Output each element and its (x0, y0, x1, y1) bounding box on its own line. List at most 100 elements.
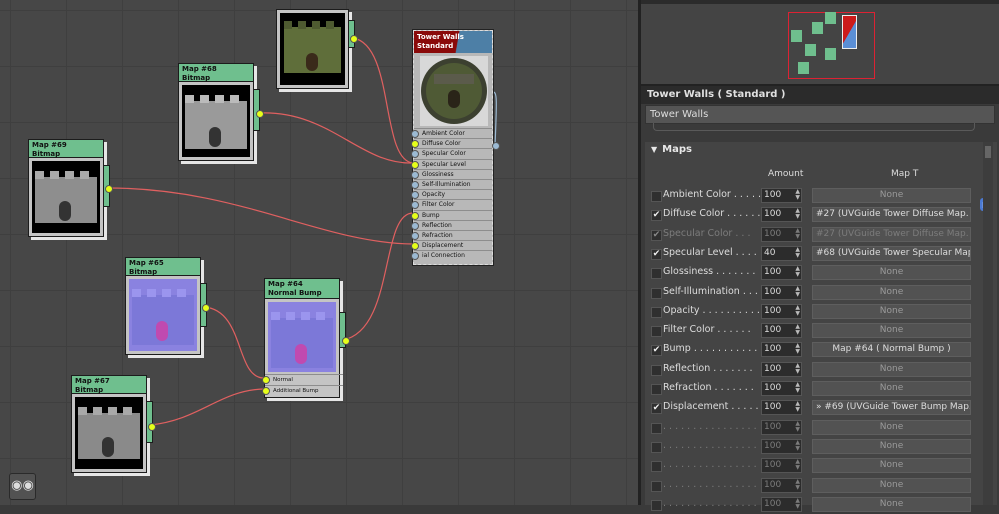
map-slot-button[interactable]: None (812, 438, 971, 454)
map-slot-button[interactable]: None (812, 458, 971, 474)
spinner-arrows-icon[interactable]: ▲ ▼ (795, 459, 800, 471)
bitmap-node-map65[interactable]: Map #65 Bitmap (125, 257, 210, 355)
output-socket[interactable] (256, 110, 264, 118)
map-enable-checkbox[interactable] (651, 191, 662, 202)
output-socket[interactable] (342, 337, 350, 345)
map-enable-checkbox[interactable] (651, 268, 662, 280)
bitmap-node-top[interactable] (276, 9, 358, 89)
maps-rollout-header[interactable]: ▼ Maps (651, 144, 692, 155)
output-socket[interactable] (350, 35, 358, 43)
amount-spinner[interactable]: 100 ▲ ▼ (761, 477, 802, 493)
map-slot-button[interactable]: » #69 (UVGuide Tower Bump Map.j (812, 400, 971, 416)
spinner-arrows-icon[interactable]: ▲ ▼ (795, 497, 800, 510)
map-slot-button[interactable]: None (812, 284, 971, 300)
spinner-arrows-icon[interactable]: ▲ ▼ (795, 324, 800, 336)
amount-spinner[interactable]: 100 ▲ ▼ (761, 361, 802, 377)
input-socket[interactable] (411, 160, 419, 169)
map-slot-button[interactable]: None (812, 323, 971, 339)
node-header[interactable]: Map #68 Bitmap (179, 64, 253, 82)
input-socket[interactable] (262, 376, 270, 384)
amount-spinner[interactable]: 100 ▲ ▼ (761, 458, 802, 474)
spinner-arrows-icon[interactable]: ▲ ▼ (795, 227, 800, 240)
input-socket[interactable] (411, 252, 419, 261)
spinner-arrows-icon[interactable]: ▲ ▼ (795, 343, 800, 355)
amount-spinner[interactable]: 100 ▲ ▼ (761, 284, 802, 300)
map-slot-button[interactable]: None (812, 419, 971, 435)
input-socket[interactable] (411, 211, 419, 220)
map-enable-checkbox[interactable] (651, 422, 662, 434)
input-slot-additional-bump[interactable]: Additional Bump (262, 385, 343, 395)
map-slot-button[interactable]: None (812, 381, 971, 396)
amount-spinner[interactable]: 100 ▲ ▼ (761, 303, 802, 319)
map-slot-button[interactable]: #27 (UVGuide Tower Diffuse Map. (812, 207, 971, 223)
amount-spinner[interactable]: 100 ▲ ▼ (761, 226, 802, 242)
material-slot[interactable]: Diffuse Color (411, 138, 492, 149)
node-header[interactable]: Map #67 Bitmap (72, 376, 146, 394)
spinner-arrows-icon[interactable]: ▲ ▼ (795, 362, 800, 375)
binoculars-icon[interactable]: ◉◉ (9, 473, 36, 500)
input-socket[interactable] (411, 140, 419, 149)
input-socket[interactable] (411, 232, 419, 240)
map-slot-button[interactable]: None (812, 477, 971, 493)
map-slot-button[interactable]: None (812, 303, 971, 319)
spinner-arrows-icon[interactable]: ▲ ▼ (795, 420, 800, 433)
amount-spinner[interactable]: 100 ▲ ▼ (761, 342, 802, 358)
map-slot-button[interactable]: None (812, 265, 971, 281)
amount-spinner[interactable]: 100 ▲ ▼ (761, 419, 802, 435)
material-slot[interactable]: Displacement (411, 240, 492, 251)
input-socket[interactable] (411, 170, 419, 179)
material-slot[interactable]: Self-Illumination (411, 179, 492, 189)
input-socket[interactable] (411, 191, 419, 200)
map-enable-checkbox[interactable] (651, 499, 662, 511)
map-slot-button[interactable]: None (812, 496, 971, 512)
map-enable-checkbox[interactable] (651, 384, 662, 395)
bitmap-node-map69[interactable]: Map #69 Bitmap (28, 139, 113, 237)
input-socket[interactable] (411, 201, 419, 210)
amount-spinner[interactable]: 40 ▲ ▼ (761, 245, 802, 261)
map-slot-button[interactable]: Map #64 ( Normal Bump ) (812, 342, 971, 358)
input-slot-normal[interactable]: Normal (262, 374, 343, 384)
spinner-arrows-icon[interactable]: ▲ ▼ (795, 266, 800, 278)
map-enable-checkbox[interactable]: ✔ (651, 210, 662, 222)
spinner-arrows-icon[interactable]: ▲ ▼ (795, 208, 800, 220)
material-slot[interactable]: Filter Color (411, 199, 492, 210)
output-socket[interactable] (105, 185, 113, 193)
amount-spinner[interactable]: 100 ▲ ▼ (761, 400, 802, 416)
spinner-arrows-icon[interactable]: ▲ ▼ (795, 439, 800, 452)
material-slot[interactable]: Specular Level (411, 158, 492, 169)
material-slot[interactable]: Opacity (411, 189, 492, 200)
rollout-scrollbar-thumb[interactable] (985, 146, 991, 158)
map-enable-checkbox[interactable]: ✔ (651, 345, 662, 357)
amount-spinner[interactable]: 100 ▲ ▼ (761, 188, 802, 203)
material-node-tower-walls[interactable]: Tower Walls Standard Ambient Color Diffus… (411, 29, 500, 266)
material-output-socket[interactable] (492, 142, 500, 150)
bitmap-node-map67[interactable]: Map #67 Bitmap (71, 375, 156, 473)
output-socket[interactable] (202, 304, 210, 312)
spinner-arrows-icon[interactable]: ▲ ▼ (795, 401, 800, 413)
map-enable-checkbox[interactable]: ✔ (651, 229, 662, 241)
map-slot-button[interactable]: None (812, 188, 971, 203)
spinner-arrows-icon[interactable]: ▲ ▼ (795, 189, 800, 201)
bitmap-node-map68[interactable]: Map #68 Bitmap (178, 63, 264, 161)
map-enable-checkbox[interactable] (651, 480, 662, 492)
input-socket[interactable] (411, 221, 419, 230)
amount-spinner[interactable]: 100 ▲ ▼ (761, 438, 802, 454)
spinner-arrows-icon[interactable]: ▲ ▼ (795, 246, 800, 259)
material-slot[interactable]: Glossiness (411, 168, 492, 179)
material-slot[interactable]: Refraction (411, 230, 492, 240)
material-node-header[interactable]: Tower Walls Standard (414, 31, 492, 53)
material-slot[interactable]: Reflection (411, 219, 492, 230)
rollout-scrollbar[interactable] (983, 142, 993, 505)
material-slot[interactable]: Ambient Color (411, 128, 492, 138)
map-enable-checkbox[interactable] (651, 364, 662, 376)
input-socket[interactable] (411, 150, 419, 159)
map-slot-button[interactable]: #27 (UVGuide Tower Diffuse Map. (812, 226, 971, 242)
map-slot-button[interactable]: #68 (UVGuide Tower Specular Map (812, 245, 971, 261)
amount-spinner[interactable]: 100 ▲ ▼ (761, 381, 802, 396)
node-header[interactable]: Map #65 Bitmap (126, 258, 200, 276)
material-slot[interactable]: ial Connection (411, 250, 492, 261)
material-slot[interactable]: Specular Color (411, 148, 492, 159)
map-enable-checkbox[interactable]: ✔ (651, 248, 662, 260)
node-editor-canvas[interactable]: Map #68 Bitmap Map #69 Bitmap Map #65 Bi… (0, 0, 638, 505)
normal-bump-node-map64[interactable]: Map #64 Normal Bump Normal Additional Bu… (262, 278, 350, 398)
